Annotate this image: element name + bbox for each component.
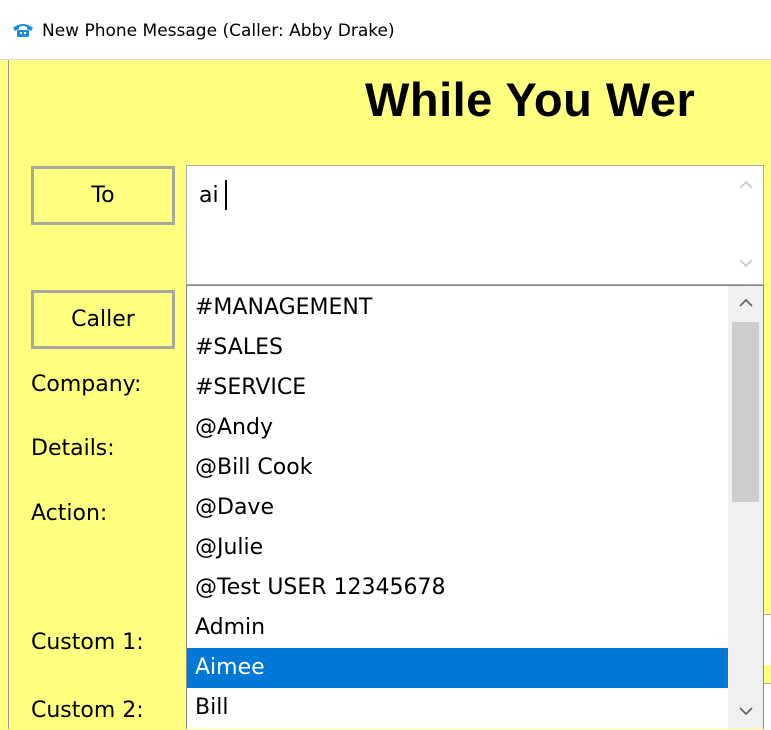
details-label: Details: <box>31 436 115 461</box>
custom2-label: Custom 2: <box>31 698 144 723</box>
list-item[interactable]: #MANAGEMENT <box>187 288 728 328</box>
scrollbar-thumb[interactable] <box>732 322 759 502</box>
to-input-value: ai <box>199 183 219 208</box>
list-item[interactable]: @Dave <box>187 488 728 528</box>
to-button[interactable]: To <box>31 166 175 225</box>
list-item[interactable]: #SERVICE <box>187 368 728 408</box>
phone-icon <box>12 22 34 38</box>
autocomplete-list[interactable]: #MANAGEMENT #SALES #SERVICE @Andy @Bill … <box>187 288 728 728</box>
to-input-scrollbar[interactable] <box>729 166 763 284</box>
company-label: Company: <box>31 372 142 397</box>
scroll-up-icon[interactable] <box>739 298 753 308</box>
title-bar[interactable]: New Phone Message (Caller: Abby Drake) <box>0 0 771 60</box>
custom1-label: Custom 1: <box>31 630 144 655</box>
window-title: New Phone Message (Caller: Abby Drake) <box>42 21 395 41</box>
window-border <box>8 60 9 729</box>
dropdown-scrollbar[interactable] <box>728 286 763 729</box>
list-item[interactable]: #SALES <box>187 328 728 368</box>
list-item[interactable]: @Test USER 12345678 <box>187 568 728 608</box>
scroll-up-icon[interactable] <box>739 180 753 190</box>
scroll-down-icon[interactable] <box>739 258 753 268</box>
scroll-down-icon[interactable] <box>739 706 753 716</box>
autocomplete-dropdown[interactable]: #MANAGEMENT #SALES #SERVICE @Andy @Bill … <box>186 285 764 729</box>
page-title: While You Wer <box>365 73 696 126</box>
list-item[interactable]: Aimee <box>187 648 728 688</box>
to-input[interactable]: ai <box>186 165 764 285</box>
caller-button[interactable]: Caller <box>31 290 175 349</box>
list-item[interactable]: @Julie <box>187 528 728 568</box>
action-label: Action: <box>31 501 108 526</box>
list-item[interactable]: Bill <box>187 688 728 728</box>
text-caret <box>225 180 227 210</box>
custom1-input-edge[interactable] <box>764 614 771 665</box>
list-item[interactable]: @Bill Cook <box>187 448 728 488</box>
list-item[interactable]: @Andy <box>187 408 728 448</box>
custom2-input-edge[interactable] <box>764 683 771 730</box>
list-item[interactable]: Admin <box>187 608 728 648</box>
